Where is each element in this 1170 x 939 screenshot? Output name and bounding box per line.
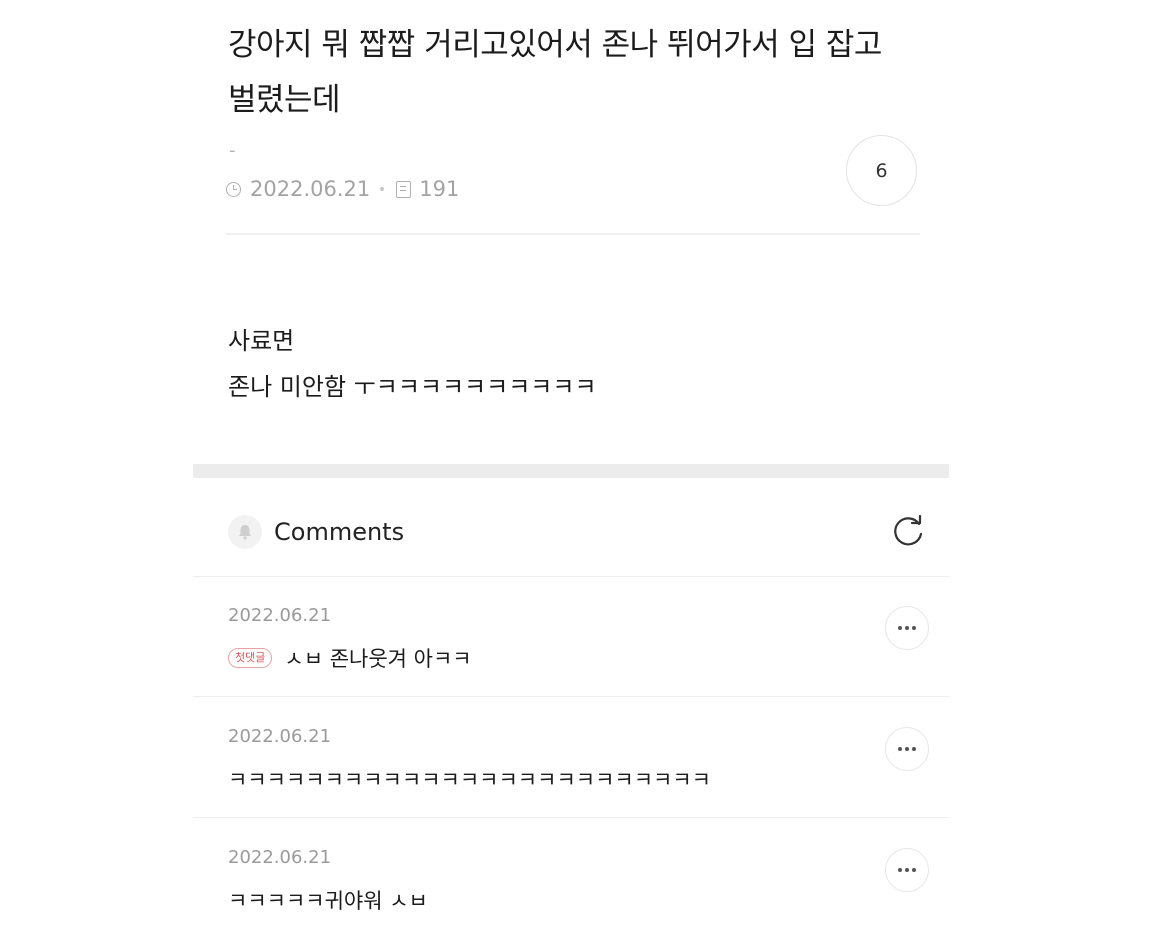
more-dot: [905, 747, 909, 751]
comment-more-button[interactable]: [885, 727, 929, 771]
meta-separator: [380, 187, 385, 191]
post-views: 191: [419, 177, 460, 201]
section-separator: [193, 464, 949, 478]
comments-header: Comments: [228, 510, 404, 554]
post-meta: 2022.06.21 191: [226, 175, 459, 203]
refresh-icon: [894, 514, 923, 546]
comments-title: Comments: [274, 518, 405, 546]
more-dot: [905, 626, 909, 630]
comment-text: ㅋㅋㅋㅋㅋ귀야워 ㅅㅂ: [228, 889, 428, 913]
clock-icon: [226, 181, 241, 197]
views-icon: [396, 180, 412, 198]
post-date: 2022.06.21: [250, 177, 371, 201]
first-comment-badge: 첫댓글: [228, 648, 273, 668]
post-body-line: 사료면: [228, 327, 295, 355]
more-dot: [912, 868, 916, 872]
bell-icon: [228, 515, 262, 549]
post-author: -: [229, 140, 236, 161]
more-dot: [898, 747, 902, 751]
comment-more-button[interactable]: [885, 848, 929, 892]
refresh-button[interactable]: [888, 512, 928, 552]
post-title: 강아지 뭐 짭짭 거리고있어서 존나 뛰어가서 입 잡고 벌렸는데: [228, 27, 882, 118]
comment-text: ㅋㅋㅋㅋㅋㅋㅋㅋㅋㅋㅋㅋㅋㅋㅋㅋㅋㅋㅋㅋㅋㅋㅋㅋㅋ: [228, 768, 711, 792]
more-dot: [912, 626, 916, 630]
comment-text: ㅅㅂ 존나웃겨 아ㅋㅋ: [284, 647, 472, 671]
comment-item: 2022.06.21 ㅋㅋㅋㅋㅋㅋㅋㅋㅋㅋㅋㅋㅋㅋㅋㅋㅋㅋㅋㅋㅋㅋㅋㅋㅋ: [193, 698, 949, 818]
comment-text-row: 첫댓글 ㅅㅂ 존나웃겨 아ㅋㅋ: [228, 643, 472, 673]
comment-item: 2022.06.21 ㅋㅋㅋㅋㅋ귀야워 ㅅㅂ: [193, 819, 949, 939]
more-dot: [905, 868, 909, 872]
comment-date: 2022.06.21: [228, 726, 332, 747]
more-dot: [912, 747, 916, 751]
comment-date: 2022.06.21: [228, 847, 332, 868]
comment-count: 6: [875, 159, 888, 182]
post-body: 사료면 존나 미안함 ㅜㅋㅋㅋㅋㅋㅋㅋㅋㅋㅋ: [228, 318, 597, 410]
comment-count-button[interactable]: 6: [846, 135, 917, 206]
comment-item: 2022.06.21 첫댓글 ㅅㅂ 존나웃겨 아ㅋㅋ: [193, 577, 949, 697]
header-divider: [226, 233, 920, 235]
post-body-line: 존나 미안함 ㅜㅋㅋㅋㅋㅋㅋㅋㅋㅋㅋ: [228, 373, 597, 401]
comment-more-button[interactable]: [885, 606, 929, 650]
more-dot: [898, 868, 902, 872]
more-dot: [898, 626, 902, 630]
comment-date: 2022.06.21: [228, 605, 332, 626]
